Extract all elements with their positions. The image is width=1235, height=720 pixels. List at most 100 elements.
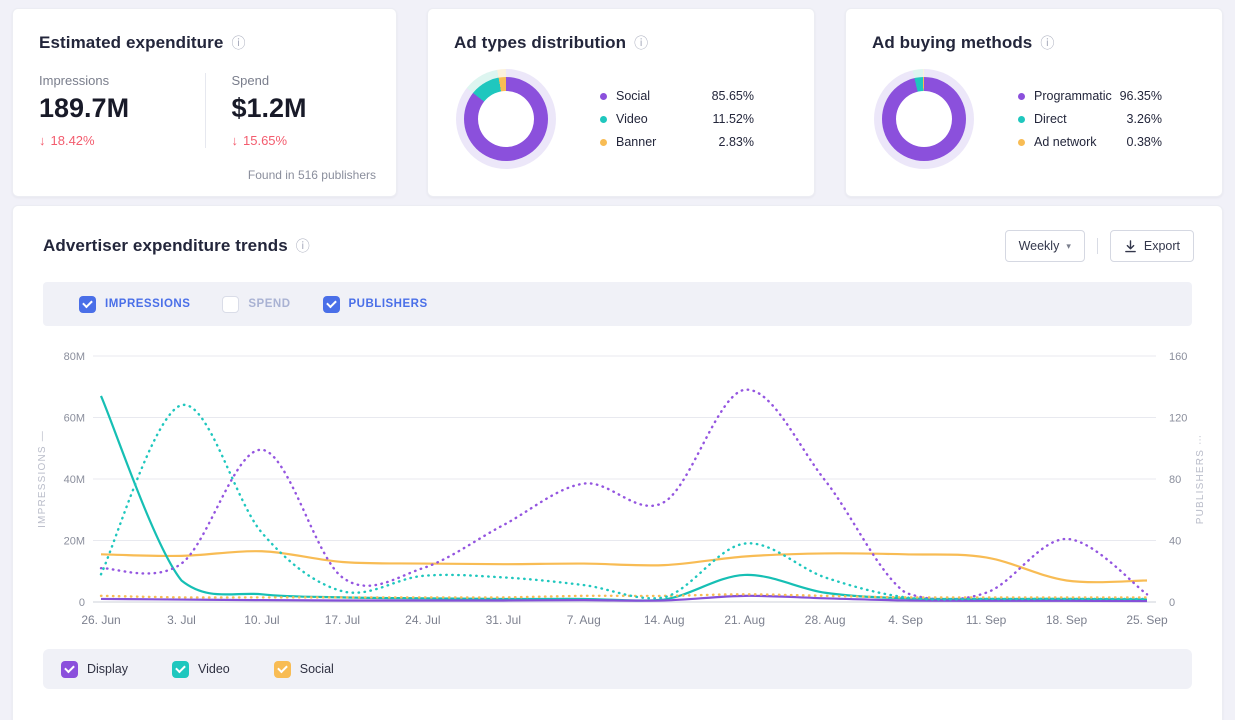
pie-legend: Social 85.65% Video 11.52% Banner 2.83% — [556, 89, 788, 149]
metric-delta: ↓ 18.42% — [39, 133, 205, 148]
toggle-impressions[interactable]: IMPRESSIONS — [79, 296, 190, 313]
estimated-expenditure-card: Estimated expenditure ⓘ Impressions 189.… — [12, 8, 397, 197]
legend-dot-icon — [600, 139, 607, 146]
svg-text:80M: 80M — [64, 351, 85, 363]
toggle-publishers[interactable]: PUBLISHERS — [323, 296, 428, 313]
delta-value: 15.65% — [243, 133, 287, 148]
legend-dot-icon — [600, 116, 607, 123]
card-title: Ad types distribution — [454, 33, 626, 53]
checkbox-icon — [222, 296, 239, 313]
svg-text:4. Sep: 4. Sep — [888, 613, 923, 627]
svg-text:14. Aug: 14. Aug — [644, 613, 685, 627]
svg-text:28. Aug: 28. Aug — [805, 613, 846, 627]
svg-text:40: 40 — [1169, 536, 1181, 548]
toggle-label: PUBLISHERS — [349, 298, 428, 310]
metric-value: $1.2M — [232, 93, 371, 124]
toggle-spend[interactable]: SPEND — [222, 296, 290, 313]
legend-row: Ad network 0.38% — [1018, 135, 1162, 149]
legend-label: Banner — [616, 135, 719, 149]
down-arrow-icon: ↓ — [39, 133, 46, 148]
info-icon[interactable]: ⓘ — [231, 36, 245, 50]
legend-label: Social — [616, 89, 712, 103]
chevron-down-icon: ▾ — [1066, 241, 1071, 252]
legend-label: Video — [198, 662, 230, 676]
svg-text:IMPRESSIONS —: IMPRESSIONS — — [37, 430, 48, 528]
checkbox-icon — [274, 661, 291, 678]
legend-toggle-social[interactable]: Social — [274, 661, 334, 678]
download-icon — [1124, 240, 1137, 253]
card-title: Ad buying methods — [872, 33, 1032, 53]
ad-buying-donut-chart — [874, 69, 974, 169]
legend-label: Social — [300, 662, 334, 676]
card-title: Estimated expenditure — [39, 33, 223, 53]
metric-delta: ↓ 15.65% — [232, 133, 371, 148]
ad-types-donut-chart — [456, 69, 556, 169]
period-dropdown-value: Weekly — [1019, 239, 1060, 253]
export-button[interactable]: Export — [1110, 230, 1194, 262]
ad-buying-methods-card: Ad buying methods ⓘ Programmatic 96.35% — [845, 8, 1223, 197]
kpi-card-row: Estimated expenditure ⓘ Impressions 189.… — [12, 8, 1223, 197]
svg-text:0: 0 — [1169, 597, 1175, 609]
trends-line-chart: 80M16060M12040M8020M400026. Jun3. Jul10.… — [13, 340, 1224, 636]
donut-ring — [882, 77, 966, 161]
legend-row: Social 85.65% — [600, 89, 754, 103]
checkbox-icon — [79, 296, 96, 313]
legend-toggle-display[interactable]: Display — [61, 661, 128, 678]
svg-text:24. Jul: 24. Jul — [405, 613, 440, 627]
legend-value: 3.26% — [1127, 112, 1162, 126]
metric-label: Spend — [232, 73, 371, 88]
svg-text:25. Sep: 25. Sep — [1126, 613, 1168, 627]
legend-row: Programmatic 96.35% — [1018, 89, 1162, 103]
divider — [1097, 238, 1098, 254]
metric-toggle-bar: IMPRESSIONS SPEND PUBLISHERS — [43, 282, 1192, 326]
info-icon[interactable]: ⓘ — [296, 239, 310, 253]
legend-dot-icon — [1018, 93, 1025, 100]
legend-value: 11.52% — [713, 112, 754, 126]
legend-value: 85.65% — [712, 89, 754, 103]
period-dropdown[interactable]: Weekly ▾ — [1005, 230, 1085, 262]
metrics-row: Impressions 189.7M ↓18.42% Spend $1.2M ↓… — [39, 73, 370, 148]
svg-text:21. Aug: 21. Aug — [724, 613, 765, 627]
svg-text:26. Jun: 26. Jun — [81, 613, 120, 627]
series-legend-bar: Display Video Social — [43, 649, 1192, 689]
svg-text:80: 80 — [1169, 474, 1181, 486]
down-arrow-icon: ↓ — [232, 133, 239, 148]
svg-text:20M: 20M — [64, 536, 85, 548]
trends-chart: 80M16060M12040M8020M400026. Jun3. Jul10.… — [13, 340, 1222, 641]
pie-legend: Programmatic 96.35% Direct 3.26% Ad netw… — [974, 89, 1196, 149]
svg-text:160: 160 — [1169, 351, 1187, 363]
svg-text:11. Sep: 11. Sep — [966, 613, 1007, 627]
svg-text:18. Sep: 18. Sep — [1046, 613, 1088, 627]
legend-label: Video — [616, 112, 713, 126]
legend-dot-icon — [1018, 139, 1025, 146]
info-icon[interactable]: ⓘ — [634, 36, 648, 50]
legend-label: Programmatic — [1034, 89, 1120, 103]
svg-text:0: 0 — [79, 597, 85, 609]
svg-text:PUBLISHERS ⋯: PUBLISHERS ⋯ — [1195, 434, 1206, 525]
checkbox-icon — [323, 296, 340, 313]
svg-text:10. Jul: 10. Jul — [244, 613, 279, 627]
metric-value: 189.7M — [39, 93, 205, 124]
export-label: Export — [1144, 239, 1180, 253]
legend-value: 96.35% — [1120, 89, 1162, 103]
ad-types-card: Ad types distribution ⓘ Social 85.65% — [427, 8, 815, 197]
legend-toggle-video[interactable]: Video — [172, 661, 230, 678]
checkbox-icon — [172, 661, 189, 678]
svg-text:120: 120 — [1169, 413, 1187, 425]
svg-text:3. Jul: 3. Jul — [167, 613, 196, 627]
donut-ring — [464, 77, 548, 161]
svg-text:31. Jul: 31. Jul — [486, 613, 521, 627]
checkbox-icon — [61, 661, 78, 678]
info-icon[interactable]: ⓘ — [1040, 36, 1054, 50]
legend-row: Banner 2.83% — [600, 135, 754, 149]
legend-dot-icon — [1018, 116, 1025, 123]
legend-value: 0.38% — [1127, 135, 1162, 149]
delta-value: 18.42% — [51, 133, 95, 148]
advertiser-expenditure-trends-card: Advertiser expenditure trends ⓘ Weekly ▾… — [12, 205, 1223, 720]
svg-text:60M: 60M — [64, 413, 85, 425]
legend-label: Ad network — [1034, 135, 1127, 149]
publishers-found-note: Found in 516 publishers — [248, 168, 376, 182]
legend-value: 2.83% — [719, 135, 754, 149]
impressions-metric: Impressions 189.7M ↓18.42% — [39, 73, 205, 148]
legend-label: Direct — [1034, 112, 1127, 126]
